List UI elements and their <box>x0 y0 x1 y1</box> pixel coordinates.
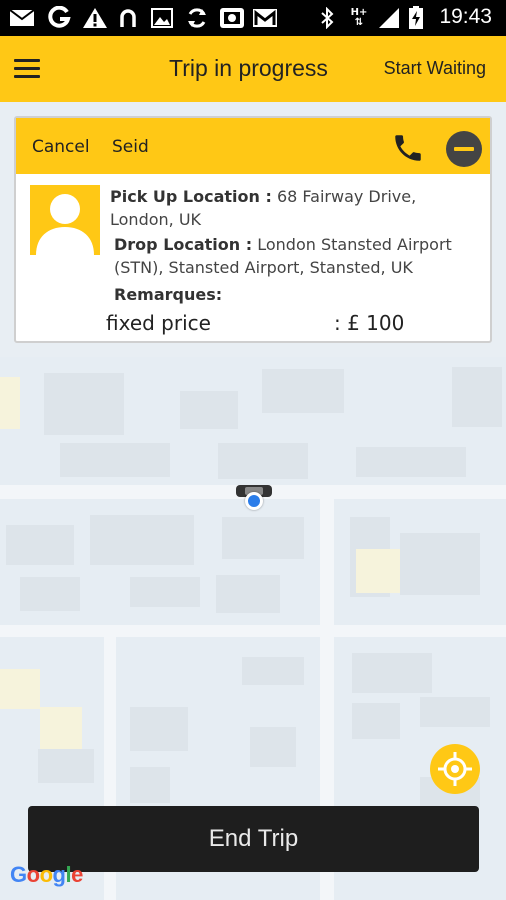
my-location-button[interactable] <box>430 744 480 794</box>
bluetooth-icon <box>318 7 336 29</box>
google-logo-letter: e <box>71 862 83 887</box>
start-waiting-button[interactable]: Start Waiting <box>384 58 486 79</box>
google-logo-letter: o <box>26 862 40 887</box>
top-app-bar: Trip in progress Start Waiting <box>0 36 506 102</box>
warning-icon <box>82 7 108 29</box>
h-plus-icon: H+ ⇅ <box>350 7 368 28</box>
google-logo-letter: o <box>39 862 53 887</box>
page-title: Trip in progress <box>169 55 328 81</box>
drop-label: Drop Location : <box>114 235 253 254</box>
remove-icon[interactable] <box>446 131 482 167</box>
trip-details-card: Cancel Seid Pick Up Location : 68 Fairwa… <box>14 116 492 343</box>
mail-icon <box>8 7 36 29</box>
price-label: fixed price <box>106 311 211 335</box>
image-icon <box>150 7 174 29</box>
g-icon <box>46 6 72 29</box>
menu-icon[interactable] <box>14 59 40 79</box>
avatar <box>30 185 100 255</box>
customer-name: Seid <box>112 137 149 157</box>
google-logo: Google <box>10 862 83 888</box>
end-trip-button[interactable]: End Trip <box>28 806 479 872</box>
pickup-location: Pick Up Location : 68 Fairway Drive, Lon… <box>110 185 480 231</box>
crosshair-icon <box>438 752 472 786</box>
clock: 19:43 <box>439 5 492 28</box>
google-logo-letter: G <box>10 862 27 887</box>
current-location-dot <box>245 492 263 510</box>
trip-card-header: Cancel Seid <box>16 118 490 174</box>
sync-icon <box>184 7 210 29</box>
pickup-label: Pick Up Location : <box>110 187 272 206</box>
drop-location: Drop Location : London Stansted Airport … <box>114 233 484 279</box>
cancel-button[interactable]: Cancel <box>32 137 90 157</box>
phone-icon[interactable] <box>391 131 425 165</box>
google-logo-letter: g <box>52 862 66 887</box>
signal-icon <box>376 7 402 29</box>
screenshot-icon <box>218 7 246 29</box>
remarks-label: Remarques: <box>114 285 223 304</box>
battery-icon <box>406 6 426 29</box>
price-value: : £ 100 <box>334 311 405 335</box>
gmail-icon <box>252 7 278 29</box>
status-bar: H+ ⇅ 19:43 <box>0 0 506 36</box>
n-icon <box>118 7 138 29</box>
